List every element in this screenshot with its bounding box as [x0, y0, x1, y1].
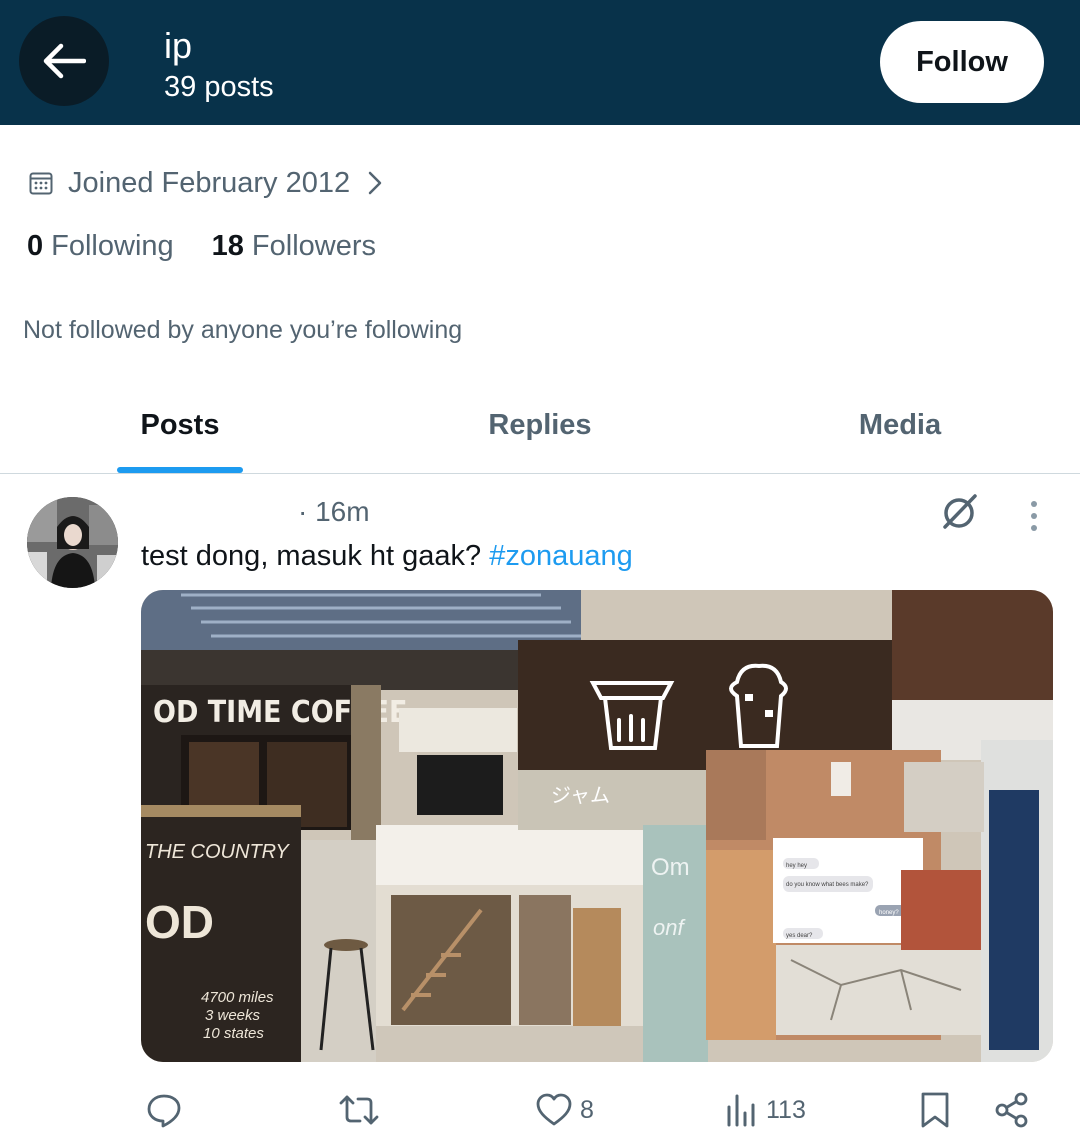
post-body: test dong, masuk ht gaak? [141, 540, 490, 572]
bookmark-button[interactable] [920, 1088, 950, 1132]
chevron-right-icon [368, 171, 382, 195]
tab-posts-label: Posts [140, 409, 220, 441]
posts-count: 39 posts [164, 71, 274, 103]
tab-media-label: Media [858, 409, 942, 441]
svg-text:3 weeks: 3 weeks [205, 1007, 261, 1024]
tab-replies[interactable]: Replies [360, 378, 720, 473]
svg-text:Om: Om [651, 854, 690, 881]
svg-text:4700 miles: 4700 miles [201, 989, 274, 1006]
heart-icon [536, 1093, 572, 1126]
followers-count: 18 [211, 230, 244, 262]
share-icon [995, 1092, 1028, 1128]
post-text: test dong, masuk ht gaak? #zonauang [141, 540, 633, 573]
chat-line-3: honey? [879, 910, 899, 916]
post-hashtag[interactable]: #zonauang [489, 540, 633, 572]
follow-stats: 0 Following 18 Followers [27, 230, 376, 263]
calendar-icon [29, 172, 53, 195]
repost-button[interactable] [338, 1088, 380, 1132]
post-image[interactable]: OD TIME COFFEE THE COUNTRY OD 4700 miles… [141, 590, 1053, 1062]
tab-media[interactable]: Media [720, 378, 1080, 473]
post-timestamp[interactable]: · 16m [298, 496, 370, 528]
not-followed-text: Not followed by anyone you’re following [23, 316, 463, 344]
joined-date[interactable]: Joined February 2012 [28, 163, 382, 203]
followers-label: Followers [251, 230, 376, 262]
reply-icon [147, 1094, 181, 1128]
profile-header: ip 39 posts Follow [0, 0, 1080, 125]
following-link[interactable]: 0 Following [27, 230, 174, 263]
svg-text:OD: OD [145, 896, 214, 948]
arrow-left-icon [43, 43, 86, 79]
share-button[interactable] [994, 1088, 1030, 1132]
views-button[interactable]: 113 [726, 1088, 806, 1132]
follow-button[interactable]: Follow [880, 21, 1044, 103]
view-count: 113 [766, 1095, 806, 1124]
bookmark-icon [921, 1092, 949, 1128]
avatar[interactable] [27, 497, 118, 588]
svg-text:ジャム: ジャム [551, 785, 610, 807]
svg-text:10 states: 10 states [203, 1025, 264, 1042]
back-button[interactable] [19, 16, 109, 106]
tab-posts[interactable]: Posts [0, 378, 360, 473]
repost-icon [339, 1095, 379, 1125]
like-button[interactable]: 8 [536, 1088, 594, 1132]
svg-text:onf: onf [653, 915, 686, 940]
tab-replies-label: Replies [488, 409, 592, 441]
bar-chart-icon [727, 1094, 755, 1127]
followers-link[interactable]: 18 Followers [212, 230, 376, 263]
like-count: 8 [580, 1095, 594, 1124]
reply-button[interactable] [146, 1088, 182, 1132]
active-tab-indicator [117, 467, 243, 473]
joined-text: Joined February 2012 [68, 166, 351, 199]
profile-name: ip [164, 25, 193, 66]
chat-line-2: do you know what bees make? [786, 882, 869, 888]
svg-text:THE COUNTRY: THE COUNTRY [145, 841, 290, 863]
grok-icon[interactable] [940, 492, 980, 532]
profile-tabs: Posts Replies Media [0, 378, 1080, 474]
following-label: Following [51, 230, 174, 262]
following-count: 0 [27, 230, 44, 262]
more-options-icon[interactable] [1020, 498, 1048, 534]
chat-line-1: hey hey [786, 863, 807, 869]
chat-line-4: yes dear? [786, 933, 813, 939]
